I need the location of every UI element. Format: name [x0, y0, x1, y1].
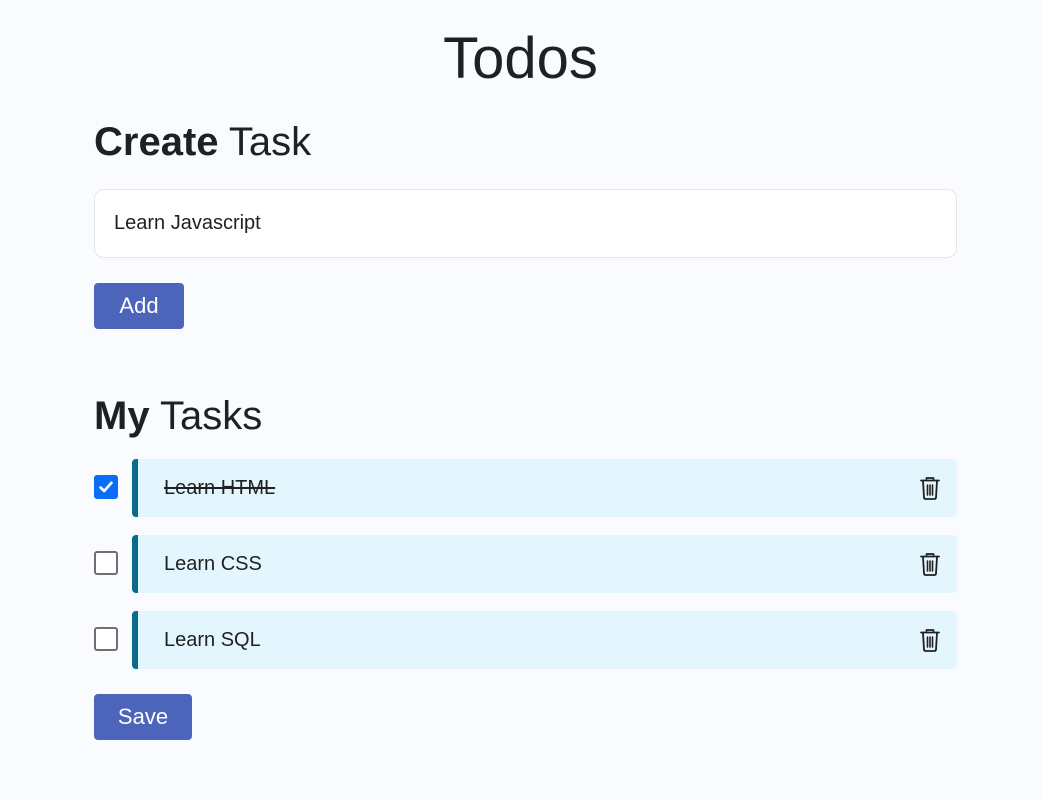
task-row: Learn HTML: [94, 459, 957, 517]
save-button[interactable]: Save: [94, 694, 192, 740]
tasks-heading-bold: My: [94, 394, 150, 438]
trash-icon[interactable]: [919, 552, 941, 576]
check-icon: [99, 481, 113, 493]
create-task-heading: Create Task: [94, 118, 311, 166]
trash-icon[interactable]: [919, 628, 941, 652]
create-heading-bold: Create: [94, 120, 219, 164]
todo-app: Todos Create Task Add My Tasks Learn HTM…: [0, 0, 1041, 800]
page-title: Todos: [443, 26, 598, 91]
task-label: Learn HTML: [164, 477, 276, 499]
task-row: Learn CSS: [94, 535, 957, 593]
create-heading-rest: Task: [218, 120, 312, 164]
my-tasks-heading: My Tasks: [94, 392, 262, 440]
task-card: Learn HTML: [132, 459, 957, 517]
task-row: Learn SQL: [94, 611, 957, 669]
task-card: Learn SQL: [132, 611, 957, 669]
add-button[interactable]: Add: [94, 283, 184, 329]
tasks-heading-rest: Tasks: [149, 394, 263, 438]
trash-icon[interactable]: [919, 476, 941, 500]
task-checkbox[interactable]: [94, 475, 118, 499]
task-card: Learn CSS: [132, 535, 957, 593]
task-label: Learn SQL: [164, 629, 261, 651]
task-label: Learn CSS: [164, 553, 262, 575]
task-input[interactable]: [94, 189, 957, 258]
task-checkbox[interactable]: [94, 551, 118, 575]
task-checkbox[interactable]: [94, 627, 118, 651]
